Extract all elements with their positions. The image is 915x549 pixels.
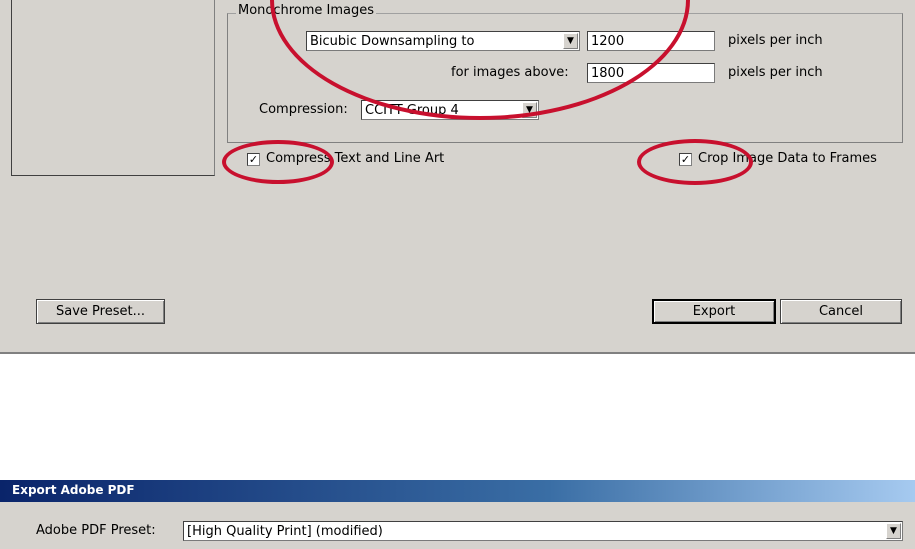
preset-label: Adobe PDF Preset:	[36, 523, 156, 538]
cancel-button[interactable]: Cancel	[780, 299, 902, 324]
preset-value: [High Quality Print] (modified)	[187, 524, 383, 539]
dialog-title: Export Adobe PDF	[12, 483, 135, 497]
images-above-unit-label: pixels per inch	[728, 65, 823, 80]
export-button[interactable]: Export	[652, 299, 776, 324]
save-preset-button[interactable]: Save Preset...	[36, 299, 165, 324]
export-adobe-pdf-dialog: Export Adobe PDF Adobe PDF Preset: [High…	[0, 480, 915, 549]
annotation-ellipse-compress-text	[222, 140, 334, 184]
title-bar[interactable]: Export Adobe PDF	[0, 480, 915, 502]
chevron-down-icon[interactable]: ▼	[886, 523, 901, 539]
annotation-ellipse-crop-image	[637, 139, 753, 185]
compression-label: Compression:	[259, 102, 348, 117]
resolution-unit-label: pixels per inch	[728, 33, 823, 48]
preset-select[interactable]: [High Quality Print] (modified) ▼	[183, 521, 903, 541]
category-list[interactable]	[11, 0, 215, 176]
